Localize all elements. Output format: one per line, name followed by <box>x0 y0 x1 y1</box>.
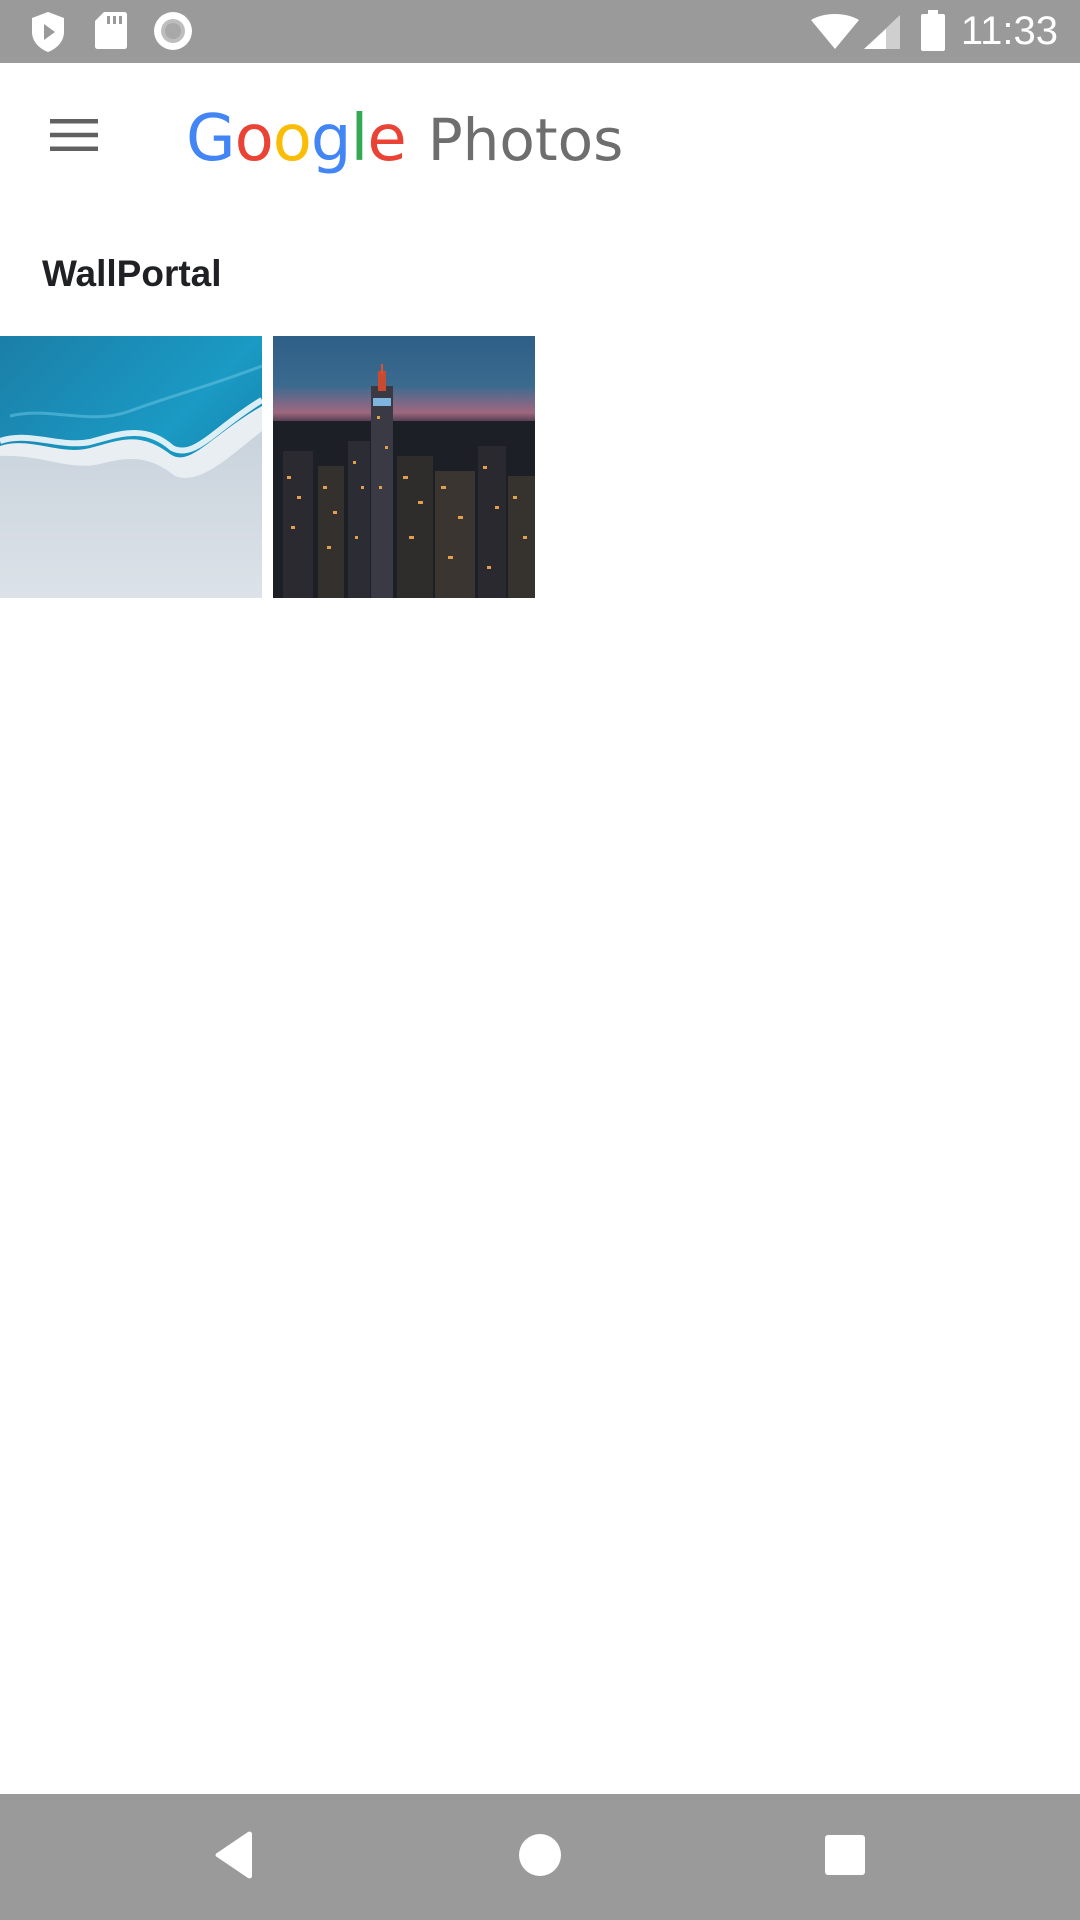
google-photos-logo: Google Photos <box>186 99 623 179</box>
wifi-icon <box>810 14 860 55</box>
record-icon <box>152 10 194 57</box>
logo-letter: l <box>350 102 369 176</box>
google-wordmark: Google <box>186 99 407 179</box>
status-bar: 11:33 <box>0 0 1080 63</box>
status-time: 11:33 <box>960 9 1058 53</box>
recents-icon <box>824 1834 866 1881</box>
back-button[interactable] <box>190 1812 280 1902</box>
logo-letter: g <box>310 102 352 176</box>
back-icon <box>212 1830 258 1885</box>
photos-wordmark: Photos <box>427 106 624 174</box>
album-title: WallPortal <box>42 253 222 294</box>
logo-letter: e <box>367 102 406 176</box>
shield-play-icon <box>28 10 68 59</box>
photo-thumbnail-city[interactable] <box>273 336 535 598</box>
menu-button[interactable] <box>28 91 120 183</box>
logo-letter: G <box>186 102 236 176</box>
recents-button[interactable] <box>800 1812 890 1902</box>
battery-icon <box>920 10 946 57</box>
home-icon <box>518 1833 562 1882</box>
photo-thumbnail-ocean[interactable] <box>0 336 262 598</box>
app-bar: Google Photos <box>0 63 1080 211</box>
sd-card-icon <box>94 10 128 55</box>
logo-letter: o <box>272 102 312 176</box>
cell-signal-icon <box>862 14 902 55</box>
logo-letter: o <box>234 102 274 176</box>
navigation-bar <box>0 1794 1080 1920</box>
home-button[interactable] <box>495 1812 585 1902</box>
hamburger-menu-icon <box>50 117 98 158</box>
